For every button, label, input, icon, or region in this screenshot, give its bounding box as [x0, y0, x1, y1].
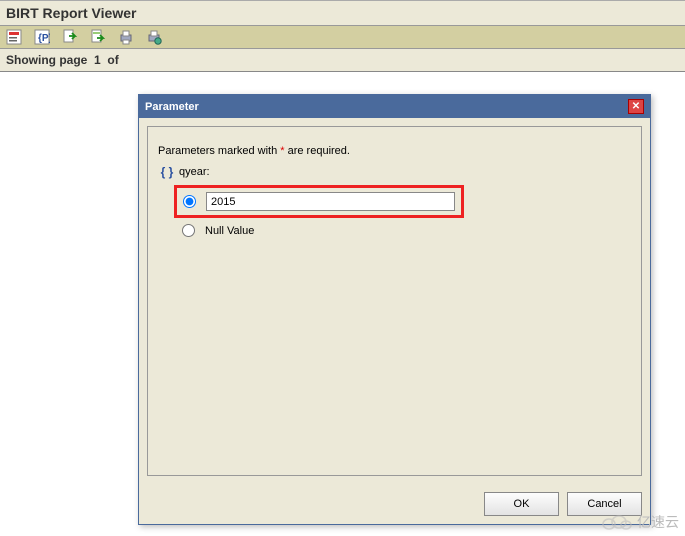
toolbar: {P} [0, 25, 685, 49]
export-icon[interactable] [62, 29, 78, 45]
dialog-footer: OK Cancel [139, 484, 650, 524]
watermark-text: 亿速云 [637, 512, 679, 532]
watermark: 亿速云 [599, 512, 679, 532]
toc-icon[interactable] [6, 29, 22, 45]
braces-icon: { } [160, 165, 174, 179]
dialog-body: Parameters marked with * are required. {… [139, 118, 650, 484]
parameter-panel: Parameters marked with * are required. {… [147, 126, 642, 476]
server-print-icon[interactable] [146, 29, 162, 45]
dialog-title: Parameter [145, 101, 199, 113]
parameter-dialog: Parameter ✕ Parameters marked with * are… [138, 94, 651, 525]
required-post: are required. [285, 145, 350, 157]
export-data-icon[interactable] [90, 29, 106, 45]
page-number: 1 [94, 53, 101, 67]
app-title: BIRT Report Viewer [0, 0, 685, 25]
close-button[interactable]: ✕ [628, 99, 644, 114]
status-bar: Showing page 1 of [0, 49, 685, 72]
param-label: qyear: [179, 166, 210, 178]
ok-button[interactable]: OK [484, 492, 559, 516]
null-row: Null Value [182, 222, 631, 237]
status-prefix: Showing page [6, 53, 87, 67]
qyear-input[interactable] [206, 192, 455, 211]
print-icon[interactable] [118, 29, 134, 45]
null-label: Null Value [205, 225, 254, 237]
dialog-titlebar: Parameter ✕ [139, 95, 650, 118]
params-icon[interactable]: {P} [34, 29, 50, 45]
svg-text:{P}: {P} [38, 33, 50, 44]
required-info: Parameters marked with * are required. [158, 145, 631, 157]
status-of: of [107, 53, 118, 67]
close-icon: ✕ [632, 102, 640, 112]
param-label-row: { } qyear: [160, 165, 631, 179]
null-radio[interactable] [182, 224, 195, 237]
value-highlight [174, 185, 464, 218]
cloud-icon [599, 513, 633, 531]
value-radio[interactable] [183, 195, 196, 208]
required-pre: Parameters marked with [158, 145, 280, 157]
